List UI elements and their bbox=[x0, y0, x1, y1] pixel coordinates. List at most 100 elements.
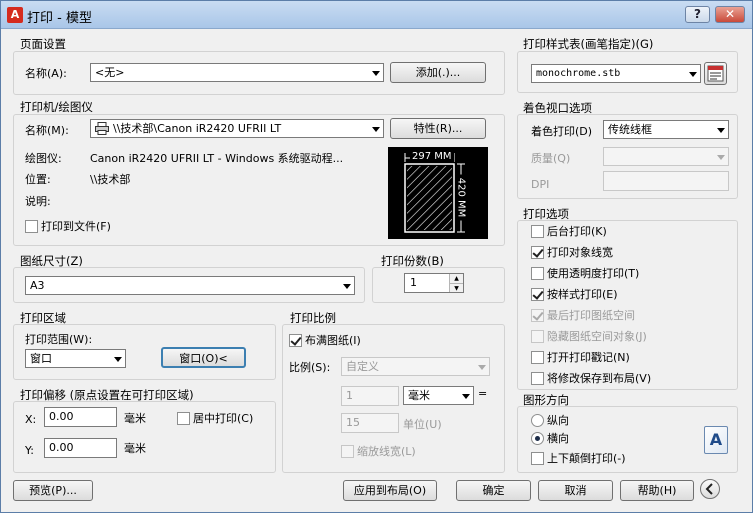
plot-option-label: 后台打印(K) bbox=[547, 225, 607, 238]
chevron-left-icon bbox=[705, 483, 713, 495]
chevron-down-icon bbox=[686, 65, 700, 82]
offset-y-label: Y: bbox=[25, 444, 34, 457]
printer-name-select[interactable]: \\技术部\Canon iR2420 UFRII LT bbox=[90, 119, 384, 138]
scale-value2-input[interactable]: 15 bbox=[341, 413, 399, 433]
shade-plot-label: 着色打印(D) bbox=[531, 125, 593, 138]
center-plot-label: 居中打印(C) bbox=[193, 412, 254, 425]
plot-option-label: 隐藏图纸空间对象(J) bbox=[547, 330, 647, 343]
upside-down-label: 上下颠倒打印(-) bbox=[547, 452, 626, 465]
help-button[interactable]: 帮助(H) bbox=[620, 480, 694, 501]
scale-value: 自定义 bbox=[346, 360, 379, 373]
plot-style-select[interactable]: monochrome.stb bbox=[531, 64, 701, 83]
scale-lineweights-label: 缩放线宽(L) bbox=[357, 445, 416, 458]
print-to-file-label: 打印到文件(F) bbox=[41, 220, 111, 233]
help-title-button[interactable]: ? bbox=[685, 6, 710, 23]
scale-unit2-label: 单位(U) bbox=[403, 418, 442, 431]
add-page-setup-button[interactable]: 添加(.)... bbox=[390, 62, 486, 83]
apply-to-layout-button[interactable]: 应用到布局(O) bbox=[343, 480, 437, 501]
plot-style-group-title: 打印样式表(画笔指定)(G) bbox=[523, 37, 654, 51]
description-label: 说明: bbox=[25, 195, 51, 208]
cancel-button[interactable]: 取消 bbox=[538, 480, 613, 501]
offset-x-label: X: bbox=[25, 413, 37, 426]
spin-up-icon[interactable]: ▲ bbox=[449, 274, 463, 283]
shade-plot-select[interactable]: 传统线框 bbox=[603, 120, 729, 139]
plot-option-checkbox[interactable]: 后台打印(K) bbox=[531, 225, 607, 238]
ok-button[interactable]: 确定 bbox=[456, 480, 531, 501]
scale-unit-select[interactable]: 毫米 bbox=[403, 386, 474, 405]
page-setup-name-value: <无> bbox=[95, 66, 125, 79]
offset-y-input[interactable]: 0.00 bbox=[44, 438, 117, 458]
close-button[interactable]: ✕ bbox=[715, 6, 745, 23]
autocad-app-icon: A bbox=[7, 7, 23, 23]
spin-down-icon[interactable]: ▼ bbox=[449, 283, 463, 292]
plot-option-checkbox[interactable]: 使用透明度打印(T) bbox=[531, 267, 639, 280]
orientation-icon-letter: A bbox=[709, 430, 723, 449]
fit-to-paper-label: 布满图纸(I) bbox=[305, 334, 361, 347]
paper-preview: 297 MM 420 MM bbox=[388, 147, 488, 239]
plot-option-checkbox[interactable]: 打印对象线宽 bbox=[531, 246, 613, 259]
page-setup-group-title: 页面设置 bbox=[20, 37, 66, 51]
printer-name-value: \\技术部\Canon iR2420 UFRII LT bbox=[113, 122, 282, 135]
edit-table-icon bbox=[707, 65, 724, 82]
equals-sign: = bbox=[478, 387, 488, 400]
shade-plot-value: 传统线框 bbox=[608, 123, 652, 136]
quality-select[interactable] bbox=[603, 147, 729, 166]
printer-name-label: 名称(M): bbox=[25, 124, 69, 137]
paper-size-value: A3 bbox=[30, 279, 45, 292]
plot-option-label: 按样式打印(E) bbox=[547, 288, 618, 301]
chevron-down-icon bbox=[111, 350, 125, 367]
scale-select[interactable]: 自定义 bbox=[341, 357, 490, 376]
plot-option-label: 使用透明度打印(T) bbox=[547, 267, 640, 280]
portrait-radio[interactable]: 纵向 bbox=[531, 414, 569, 427]
plotter-value: Canon iR2420 UFRII LT - Windows 系统驱动程... bbox=[90, 152, 344, 165]
print-to-file-checkbox[interactable]: 打印到文件(F) bbox=[25, 220, 111, 233]
location-label: 位置: bbox=[25, 173, 51, 186]
printer-group-title: 打印机/绘图仪 bbox=[20, 100, 93, 114]
center-plot-checkbox[interactable]: 居中打印(C) bbox=[177, 412, 253, 425]
plot-option-checkbox[interactable]: 打开打印戳记(N) bbox=[531, 351, 630, 364]
offset-y-unit: 毫米 bbox=[124, 442, 146, 455]
plotter-label: 绘图仪: bbox=[25, 152, 62, 165]
title-bar: A 打印 - 模型 ? ✕ bbox=[1, 1, 752, 29]
select-window-button[interactable]: 窗口(O)< bbox=[161, 347, 246, 368]
plot-option-label: 打印对象线宽 bbox=[547, 246, 613, 259]
plot-option-checkbox[interactable]: 按样式打印(E) bbox=[531, 288, 618, 301]
printer-icon bbox=[95, 122, 109, 135]
plot-style-value: monochrome.stb bbox=[536, 68, 621, 79]
plot-option-checkbox[interactable]: 隐藏图纸空间对象(J) bbox=[531, 330, 647, 343]
location-value: \\技术部 bbox=[90, 173, 131, 186]
fit-to-paper-checkbox[interactable]: 布满图纸(I) bbox=[289, 334, 361, 347]
chevron-down-icon bbox=[475, 358, 489, 375]
chevron-down-icon bbox=[369, 120, 383, 137]
paper-width-label: 297 MM bbox=[410, 151, 454, 162]
landscape-label: 横向 bbox=[547, 432, 569, 445]
paper-size-select[interactable]: A3 bbox=[25, 276, 355, 295]
plot-range-value: 窗口 bbox=[30, 352, 52, 365]
edit-plot-style-button[interactable] bbox=[704, 62, 727, 85]
plot-option-label: 将修改保存到布局(V) bbox=[547, 372, 652, 385]
plot-option-checkbox[interactable]: 将修改保存到布局(V) bbox=[531, 372, 651, 385]
plot-option-checkbox[interactable]: 最后打印图纸空间 bbox=[531, 309, 635, 322]
chevron-down-icon bbox=[369, 64, 383, 81]
dpi-label: DPI bbox=[531, 178, 550, 191]
plot-range-label: 打印范围(W): bbox=[25, 333, 93, 346]
plot-range-select[interactable]: 窗口 bbox=[25, 349, 126, 368]
preview-button[interactable]: 预览(P)... bbox=[13, 480, 93, 501]
landscape-radio[interactable]: 横向 bbox=[531, 432, 569, 445]
quality-label: 质量(Q) bbox=[531, 152, 571, 165]
upside-down-checkbox[interactable]: 上下颠倒打印(-) bbox=[531, 452, 626, 465]
page-setup-name-select[interactable]: <无> bbox=[90, 63, 384, 82]
chevron-down-icon bbox=[714, 121, 728, 138]
offset-x-input[interactable]: 0.00 bbox=[44, 407, 117, 427]
plot-option-label: 最后打印图纸空间 bbox=[547, 309, 635, 322]
print-dialog: A 打印 - 模型 ? ✕ 页面设置 名称(A): <无> 添加(.)... 打… bbox=[0, 0, 753, 513]
copies-spinner[interactable]: 1 ▲ ▼ bbox=[404, 273, 464, 293]
dpi-input[interactable] bbox=[603, 171, 729, 191]
printer-properties-button[interactable]: 特性(R)... bbox=[390, 118, 486, 139]
window-title: 打印 - 模型 bbox=[27, 11, 92, 26]
scale-value1-input[interactable]: 1 bbox=[341, 386, 399, 406]
chevron-down-icon bbox=[459, 387, 473, 404]
chevron-down-icon bbox=[714, 148, 728, 165]
scale-lineweights-checkbox[interactable]: 缩放线宽(L) bbox=[341, 445, 416, 458]
collapse-options-button[interactable] bbox=[700, 479, 720, 499]
